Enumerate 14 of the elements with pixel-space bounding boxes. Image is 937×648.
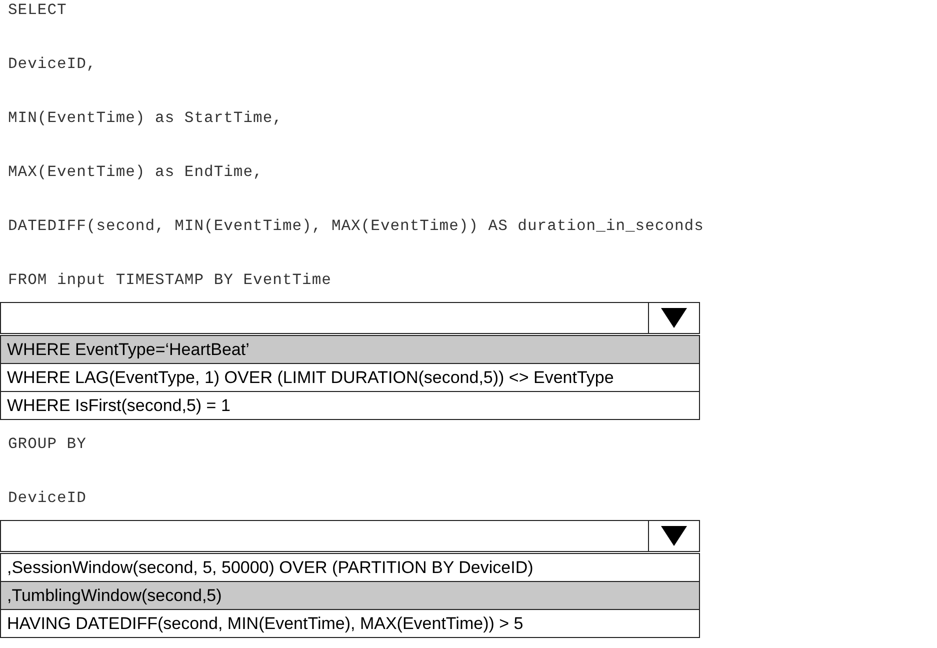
dropdown-field[interactable] [0, 520, 700, 552]
dropdown-option[interactable]: ,TumblingWindow(second,5) [1, 581, 699, 609]
code-line: DATEDIFF(second, MIN(EventTime), MAX(EventTime)) AS duration_in_seconds [8, 216, 705, 236]
code-line: FROM input TIMESTAMP BY EventTime [8, 270, 332, 290]
code-line: MAX(EventTime) as EndTime, [8, 162, 264, 182]
code-line: MIN(EventTime) as StartTime, [8, 108, 284, 128]
code-line: DeviceID, [8, 54, 98, 74]
code-line: GROUP BY [8, 434, 88, 454]
caret-icon [661, 308, 687, 328]
dropdown-option[interactable]: WHERE EventType=‘HeartBeat’ [1, 335, 699, 363]
caret-icon [661, 526, 687, 546]
dropdown-field[interactable] [0, 302, 700, 334]
code-line: SELECT [8, 0, 68, 20]
code-line: DeviceID [8, 488, 88, 508]
